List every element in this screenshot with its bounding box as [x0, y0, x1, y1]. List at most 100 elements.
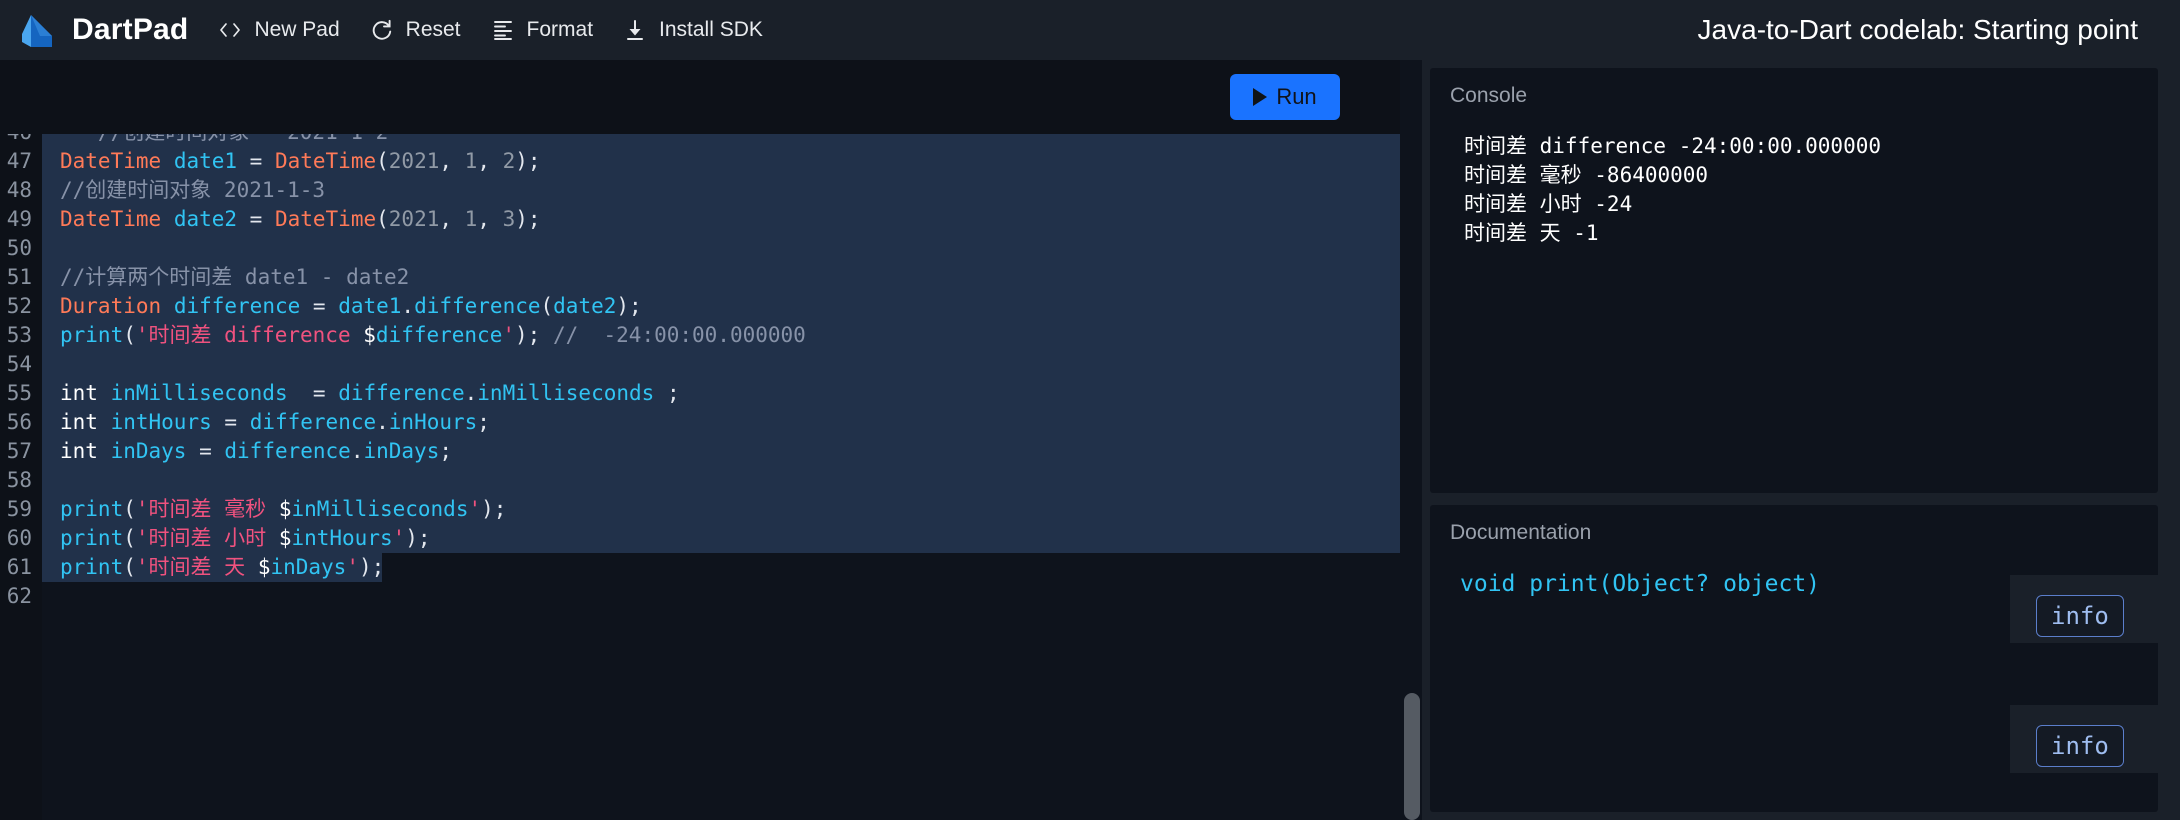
code-token: print [60, 323, 124, 347]
code-token: '时间差 天 [135, 555, 258, 579]
code-line[interactable]: int inDays = difference.inDays; [42, 437, 1400, 466]
code-line[interactable]: DateTime date2 = DateTime(2021, 1, 3); [42, 205, 1400, 234]
code-token: ( [376, 207, 389, 231]
line-number: 57 [6, 439, 32, 463]
code-token: . [350, 439, 364, 463]
code-token: DateTime [274, 149, 377, 173]
brand[interactable]: DartPad [18, 9, 188, 51]
code-token: , [477, 149, 503, 173]
new-pad-label: New Pad [254, 18, 340, 41]
download-icon [623, 18, 647, 42]
line-number: 59 [6, 497, 32, 521]
code-line[interactable]: //创建时间对象 2021-1-3 [42, 176, 1400, 205]
code-token: 1 [464, 149, 478, 173]
code-token: = [237, 149, 275, 173]
code-token: ( [123, 526, 136, 550]
code-token: //计算两个时间差 date1 - date2 [60, 265, 410, 289]
info-chip[interactable]: info [2036, 725, 2124, 767]
code-line[interactable]: int inMilliseconds = difference.inMillis… [42, 379, 1400, 408]
code-token: inDays [110, 439, 187, 463]
code-line[interactable] [42, 234, 1400, 263]
code-token: ' [346, 555, 359, 579]
line-number: 60 [6, 526, 32, 550]
code-token: ); [616, 294, 642, 318]
line-number: 47 [6, 149, 32, 173]
line-number: 62 [6, 584, 32, 608]
code-token: , [439, 207, 465, 231]
install-sdk-label: Install SDK [659, 18, 763, 41]
code-line[interactable]: print('时间差 小时 $intHours'); [42, 524, 1400, 553]
code-surface[interactable]: //创建时间对象 2021-1-2DateTime date1 = DateTi… [42, 60, 1400, 820]
reset-button[interactable]: Reset [370, 18, 461, 42]
code-token: 2021 [388, 149, 440, 173]
format-button[interactable]: Format [491, 18, 594, 42]
editor-scrollbar-track[interactable] [1400, 60, 1422, 820]
code-token: , [439, 149, 465, 173]
code-token: . [464, 381, 478, 405]
console-line: 时间差 毫秒 -86400000 [1464, 163, 1709, 187]
code-token: . [401, 294, 415, 318]
code-editor[interactable]: 44454647484950515253545556575859606162 /… [0, 60, 1400, 820]
code-line[interactable] [42, 350, 1400, 379]
code-token: date1 [173, 149, 238, 173]
line-number: 55 [6, 381, 32, 405]
format-lines-icon [491, 18, 515, 42]
line-number: 50 [6, 236, 32, 260]
code-token: ); [358, 555, 385, 579]
code-token: // -24:00:00.000000 [552, 323, 806, 347]
code-line[interactable]: Duration difference = date1.difference(d… [42, 292, 1400, 321]
code-token: int [60, 410, 98, 434]
code-line[interactable]: int intHours = difference.inHours; [42, 408, 1400, 437]
documentation-title: Documentation [1450, 521, 1592, 544]
install-sdk-button[interactable]: Install SDK [623, 18, 763, 42]
code-token: inDays [363, 439, 440, 463]
code-token: DateTime [274, 207, 377, 231]
code-line[interactable] [42, 582, 1400, 611]
format-label: Format [526, 18, 594, 41]
code-token: inMilliseconds [291, 497, 469, 521]
code-line[interactable]: print('时间差 difference $difference'); // … [42, 321, 1400, 350]
code-token: ( [123, 323, 136, 347]
line-number: 48 [6, 178, 32, 202]
brand-name: DartPad [72, 13, 189, 46]
console-title: Console [1450, 84, 1528, 107]
code-token: difference [338, 381, 465, 405]
dart-logo-icon [18, 9, 60, 51]
code-token: ; [654, 381, 680, 405]
code-token: print [60, 555, 124, 579]
code-token: 1 [464, 207, 478, 231]
code-token: ( [123, 555, 136, 579]
code-line[interactable] [42, 466, 1400, 495]
code-token: ' [392, 526, 406, 550]
code-token: ); [405, 526, 431, 550]
code-token: '时间差 毫秒 [135, 497, 279, 521]
run-button[interactable]: Run [1230, 74, 1340, 120]
code-token: '时间差 小时 [135, 526, 279, 550]
code-token: date2 [553, 294, 617, 318]
code-token: difference [249, 410, 377, 434]
code-token: ( [540, 294, 554, 318]
code-line[interactable]: print('时间差 天 $inDays'); [42, 553, 1400, 582]
code-token: $ [257, 555, 271, 579]
code-line[interactable]: DateTime date1 = DateTime(2021, 1, 2); [42, 147, 1400, 176]
code-token: inMilliseconds [110, 381, 288, 405]
editor-scrollbar-thumb[interactable] [1404, 693, 1420, 820]
line-number: 49 [6, 207, 32, 231]
code-token: int [60, 381, 98, 405]
code-token: difference [173, 294, 301, 318]
top-toolbar: DartPad New Pad Reset Format Install SDK… [0, 0, 2180, 60]
new-pad-button[interactable]: New Pad [218, 18, 340, 42]
line-number: 53 [6, 323, 32, 347]
page-title: Java-to-Dart codelab: Starting point [1697, 14, 2138, 45]
code-token: intHours [110, 410, 212, 434]
code-line[interactable]: print('时间差 毫秒 $inMilliseconds'); [42, 495, 1400, 524]
code-token: $ [278, 497, 292, 521]
info-chip[interactable]: info [2036, 595, 2124, 637]
code-line[interactable]: //计算两个时间差 date1 - date2 [42, 263, 1400, 292]
code-token: $ [363, 323, 376, 347]
console-output: 时间差 difference -24:00:00.000000 时间差 毫秒 -8… [1430, 108, 2158, 248]
